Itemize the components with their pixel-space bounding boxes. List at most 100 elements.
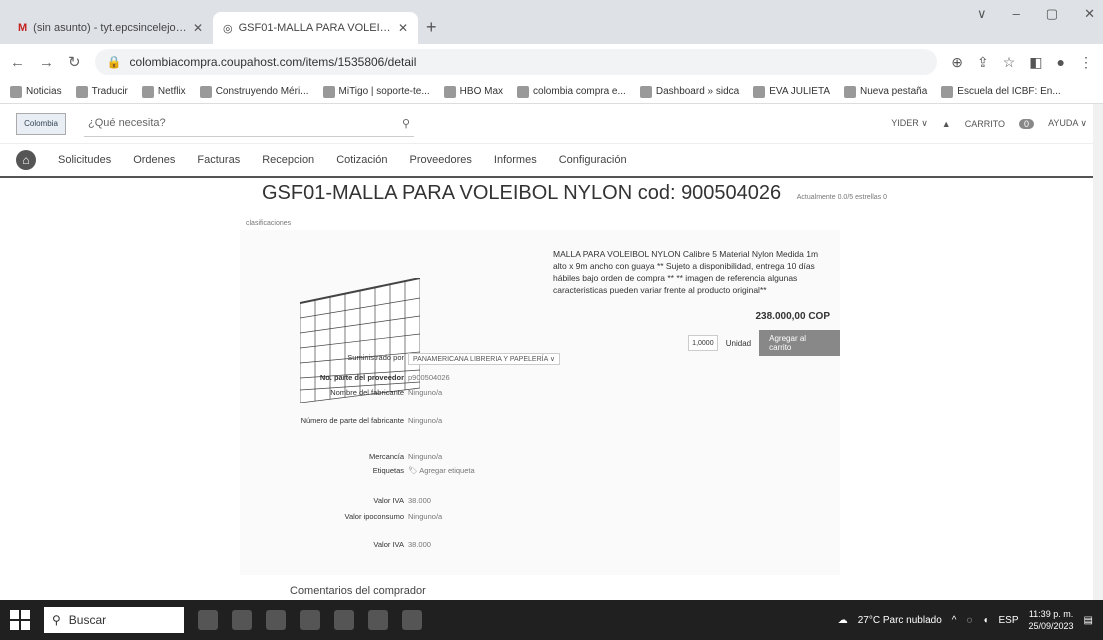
main-nav: ⌂ Solicitudes Ordenes Facturas Recepcion… — [0, 144, 1103, 178]
bookmarks-bar: Noticias Traducir Netflix Construyendo M… — [0, 80, 1103, 104]
nav-informes[interactable]: Informes — [494, 154, 537, 166]
cart-link[interactable]: CARRITO — [965, 119, 1005, 129]
share-icon[interactable]: ⇪ — [977, 54, 989, 71]
add-to-cart-button[interactable]: Agregar al carrito — [759, 330, 840, 356]
url-text: colombiacompra.coupahost.com/items/15358… — [129, 55, 417, 69]
edge-icon[interactable] — [300, 610, 320, 630]
lock-icon: 🔒 — [106, 55, 122, 69]
weather-text[interactable]: 27°C Parc nublado — [858, 615, 942, 626]
spec-row: Valor IVA 38.000 — [373, 540, 431, 549]
bookmark[interactable]: Nueva pestaña — [844, 85, 927, 98]
language-indicator[interactable]: ESP — [998, 615, 1018, 626]
scrollbar[interactable] — [1093, 104, 1103, 600]
close-icon[interactable]: ✕ — [193, 21, 203, 35]
chevron-up-icon[interactable]: ^ — [952, 615, 957, 626]
taskbar: ⚲ Buscar ☁ 27°C Parc nublado ^ ◌ ◖ ESP 1… — [0, 600, 1103, 640]
star-icon[interactable]: ☆ — [1003, 54, 1016, 71]
app-icon[interactable] — [402, 610, 422, 630]
url-field[interactable]: 🔒 colombiacompra.coupahost.com/items/153… — [94, 49, 938, 75]
explorer-icon[interactable] — [334, 610, 354, 630]
bookmark[interactable]: HBO Max — [443, 85, 503, 98]
bookmark[interactable]: Dashboard » sidca — [639, 85, 739, 98]
sidepanel-icon[interactable]: ◧ — [1029, 54, 1042, 71]
nav-ordenes[interactable]: Ordenes — [133, 154, 175, 166]
word-icon[interactable] — [266, 610, 286, 630]
bookmark[interactable]: EVA JULIETA — [753, 85, 830, 98]
task-view-icon[interactable] — [198, 610, 218, 630]
nav-proveedores[interactable]: Proveedores — [410, 154, 472, 166]
bookmark-icon — [517, 85, 530, 98]
bookmark[interactable]: Netflix — [141, 85, 186, 98]
product-description: MALLA PARA VOLEIBOL NYLON Calibre 5 Mate… — [553, 249, 819, 295]
product-price: 238.000,00 COP — [755, 311, 831, 322]
spec-row: Etiquetas 🏷 Agregar etiqueta — [372, 466, 475, 475]
app-icon[interactable] — [232, 610, 252, 630]
reload-icon[interactable]: ↻ — [68, 53, 81, 71]
help-menu[interactable]: AYUDA ∨ — [1048, 118, 1087, 129]
taskbar-search[interactable]: ⚲ Buscar — [44, 607, 184, 633]
minimize-icon[interactable]: – — [1013, 6, 1020, 22]
bookmark-icon — [322, 85, 335, 98]
nav-configuracion[interactable]: Configuración — [559, 154, 627, 166]
windows-start-icon[interactable] — [10, 610, 30, 630]
clock[interactable]: 11:39 p. m. 25/09/2023 — [1029, 608, 1074, 632]
buyer-comments-heading: Comentarios del comprador — [290, 585, 426, 597]
site-icon: ◎ — [223, 22, 233, 35]
tab-product[interactable]: ◎ GSF01-MALLA PARA VOLEIBOL N... ✕ — [213, 12, 418, 44]
user-menu[interactable]: YIDER ∨ — [891, 118, 928, 129]
maximize-icon[interactable]: ▢ — [1046, 6, 1058, 22]
volume-icon[interactable]: ◖ — [982, 615, 988, 626]
zoom-icon[interactable]: ⊕ — [951, 54, 963, 71]
bookmark[interactable]: MiTigo | soporte-te... — [322, 85, 430, 98]
classifications-link[interactable]: clasificaciones — [246, 220, 291, 227]
back-icon[interactable]: ← — [10, 54, 25, 71]
system-tray: ☁ 27°C Parc nublado ^ ◌ ◖ ESP 11:39 p. m… — [838, 608, 1093, 632]
bookmark-icon — [844, 85, 856, 98]
spec-row: Valor ipoconsumo Ninguno/a — [344, 512, 443, 521]
bookmark-icon — [941, 85, 954, 98]
bookmark[interactable]: Noticias — [10, 85, 62, 98]
nav-cotizacion[interactable]: Cotización — [336, 154, 387, 166]
rating-text: Actualmente 0.0/5 estrellas 0 — [796, 194, 888, 201]
bookmark[interactable]: colombia compra e... — [517, 85, 626, 98]
search-icon[interactable]: ⚲ — [402, 117, 410, 130]
bookmark-icon — [141, 85, 154, 98]
close-icon[interactable]: ✕ — [398, 21, 408, 35]
spec-row: Nombre del fabricante Ninguno/a — [330, 388, 443, 397]
add-tag-link[interactable]: 🏷 Agregar etiqueta — [408, 466, 475, 475]
tab-list-icon[interactable]: ∨ — [977, 6, 987, 22]
menu-icon[interactable]: ⋮ — [1079, 54, 1093, 71]
spec-row: Mercancía Ninguno/a — [368, 452, 443, 461]
bookmark[interactable]: Traducir — [75, 85, 128, 98]
new-tab-icon[interactable]: + — [426, 17, 437, 38]
chrome-icon[interactable] — [368, 610, 388, 630]
spec-row: Número de parte del fabricante Ninguno/a — [300, 416, 443, 425]
bookmark[interactable]: Escuela del ICBF: En... — [941, 85, 1061, 98]
nav-solicitudes[interactable]: Solicitudes — [58, 154, 111, 166]
colombia-logo[interactable]: Colombia — [16, 112, 66, 135]
notifications-icon[interactable]: ▤ — [1084, 615, 1093, 626]
forward-icon[interactable]: → — [39, 54, 54, 71]
tab-title: (sin asunto) - tyt.epcsincelejo@... — [33, 22, 187, 34]
nav-recepcion[interactable]: Recepcion — [262, 154, 314, 166]
bookmark[interactable]: Construyendo Méri... — [199, 85, 309, 98]
quantity-input[interactable]: 1,0000 — [688, 335, 718, 351]
close-window-icon[interactable]: ✕ — [1084, 6, 1095, 22]
search-input[interactable]: ¿Qué necesita? ⚲ — [84, 111, 414, 137]
nav-facturas[interactable]: Facturas — [197, 154, 240, 166]
bookmark-icon — [753, 85, 766, 98]
tab-gmail[interactable]: M (sin asunto) - tyt.epcsincelejo@... ✕ — [8, 12, 213, 44]
volleyball-net-image — [300, 278, 420, 403]
network-icon[interactable]: ◌ — [966, 615, 972, 626]
cart-count-badge: 0 — [1019, 118, 1035, 129]
supplier-select[interactable]: PANAMERICANA LIBRERIA Y PAPELERÍA ∨ — [408, 353, 560, 365]
product-card: MALLA PARA VOLEIBOL NYLON Calibre 5 Mate… — [240, 230, 840, 575]
profile-icon[interactable]: ● — [1057, 54, 1065, 70]
page-title: GSF01-MALLA PARA VOLEIBOL NYLON cod: 900… — [262, 182, 888, 204]
spec-row: No. parte del proveedor p900504026 — [319, 373, 450, 382]
bookmark-icon — [639, 85, 652, 98]
tag-icon: 🏷 — [408, 466, 418, 475]
spec-row: Suministrado por PANAMERICANA LIBRERIA Y… — [240, 353, 560, 365]
home-icon[interactable]: ⌂ — [16, 150, 36, 170]
weather-icon: ☁ — [837, 614, 848, 626]
